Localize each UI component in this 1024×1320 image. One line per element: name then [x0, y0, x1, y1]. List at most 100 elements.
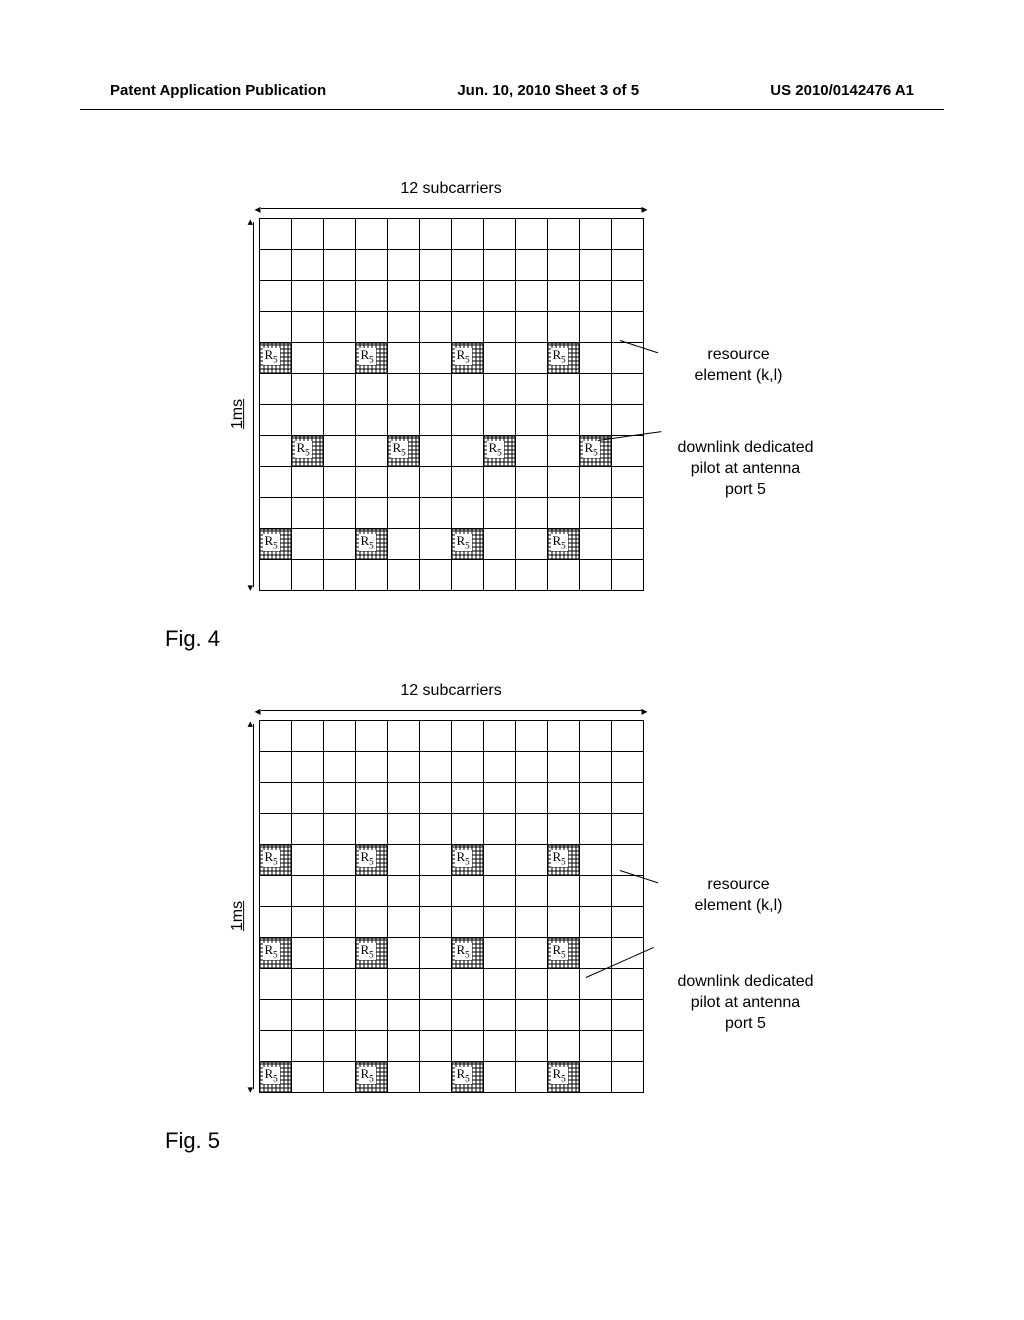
- pilot-cell: R5: [451, 845, 483, 876]
- resource-element: [419, 281, 451, 312]
- resource-element: [547, 876, 579, 907]
- resource-element: [419, 814, 451, 845]
- fig5-top-label: 12 subcarriers: [259, 682, 644, 700]
- resource-element: [483, 783, 515, 814]
- resource-element: [419, 752, 451, 783]
- pilot-symbol: R5: [455, 943, 472, 960]
- resource-element: [387, 250, 419, 281]
- resource-element: [579, 752, 611, 783]
- resource-element: [355, 560, 387, 591]
- resource-element: [323, 938, 355, 969]
- resource-element: [387, 752, 419, 783]
- resource-element: [419, 845, 451, 876]
- resource-element: [387, 1062, 419, 1093]
- pilot-cell: R5: [579, 436, 611, 467]
- arrow-down-icon: ▾: [248, 581, 254, 594]
- pilot-cell: R5: [547, 845, 579, 876]
- resource-element: [579, 938, 611, 969]
- resource-element: [291, 405, 323, 436]
- resource-element: [355, 1031, 387, 1062]
- resource-element: [515, 721, 547, 752]
- arrow-left-icon: ◂: [255, 202, 261, 216]
- resource-element: [387, 281, 419, 312]
- resource-element: [323, 498, 355, 529]
- resource-element: [259, 219, 291, 250]
- resource-element: [483, 1000, 515, 1031]
- pilot-cell: R5: [355, 529, 387, 560]
- resource-element: [515, 436, 547, 467]
- resource-element: [515, 374, 547, 405]
- resource-element: [611, 814, 643, 845]
- arrow-right-icon: ▸: [641, 202, 647, 216]
- resource-element: [259, 498, 291, 529]
- pilot-symbol: R5: [263, 348, 280, 365]
- resource-element: [515, 312, 547, 343]
- resource-element: [451, 560, 483, 591]
- resource-element: [515, 219, 547, 250]
- resource-element: [387, 938, 419, 969]
- fig5-left-label: 1ms: [229, 900, 247, 930]
- fig4-left-label: 1ms: [229, 398, 247, 428]
- pilot-symbol: R5: [583, 441, 600, 458]
- pilot-symbol: R5: [455, 850, 472, 867]
- resource-element: [483, 560, 515, 591]
- resource-element: [451, 876, 483, 907]
- resource-element: [419, 436, 451, 467]
- resource-element: [611, 467, 643, 498]
- resource-element: [323, 467, 355, 498]
- resource-element: [611, 783, 643, 814]
- resource-element: [515, 529, 547, 560]
- resource-element: [579, 876, 611, 907]
- resource-element: [355, 721, 387, 752]
- resource-element: [355, 312, 387, 343]
- resource-element: [451, 219, 483, 250]
- resource-element: [323, 374, 355, 405]
- resource-element: [387, 343, 419, 374]
- pilot-symbol: R5: [263, 1067, 280, 1084]
- resource-element: [579, 814, 611, 845]
- resource-element: [451, 498, 483, 529]
- resource-element: [579, 281, 611, 312]
- pilot-symbol: R5: [551, 534, 568, 551]
- resource-element: [579, 467, 611, 498]
- resource-element: [387, 783, 419, 814]
- resource-element: [259, 1031, 291, 1062]
- resource-element: [483, 938, 515, 969]
- resource-element: [579, 343, 611, 374]
- resource-element: [419, 343, 451, 374]
- resource-element: [419, 312, 451, 343]
- resource-element: [611, 529, 643, 560]
- resource-element: [579, 529, 611, 560]
- resource-element: [419, 250, 451, 281]
- resource-element: [259, 405, 291, 436]
- pilot-cell: R5: [547, 343, 579, 374]
- pilot-symbol: R5: [359, 943, 376, 960]
- resource-element: [547, 907, 579, 938]
- resource-element: [483, 374, 515, 405]
- resource-element: [547, 783, 579, 814]
- annot-pilot-l3: port 5: [656, 480, 836, 501]
- fig5-left-arrow: ▴ ▾: [247, 720, 259, 1093]
- resource-element: [547, 498, 579, 529]
- resource-element: [451, 814, 483, 845]
- resource-element: [579, 250, 611, 281]
- resource-element: [515, 1062, 547, 1093]
- resource-element: [291, 498, 323, 529]
- resource-element: [611, 1000, 643, 1031]
- resource-element: [291, 312, 323, 343]
- pilot-symbol: R5: [551, 348, 568, 365]
- resource-element: [451, 1000, 483, 1031]
- resource-element: [483, 312, 515, 343]
- resource-element: [483, 250, 515, 281]
- pilot-symbol: R5: [551, 1067, 568, 1084]
- annot-pilot-l1: downlink dedicated: [656, 972, 836, 993]
- annot-resource-l2: element (k,l): [664, 896, 814, 917]
- resource-element: [323, 405, 355, 436]
- resource-element: [547, 467, 579, 498]
- resource-element: [547, 1031, 579, 1062]
- resource-element: [419, 969, 451, 1000]
- resource-element: [419, 498, 451, 529]
- resource-element: [259, 312, 291, 343]
- resource-element: [515, 876, 547, 907]
- header-left: Patent Application Publication: [110, 82, 326, 99]
